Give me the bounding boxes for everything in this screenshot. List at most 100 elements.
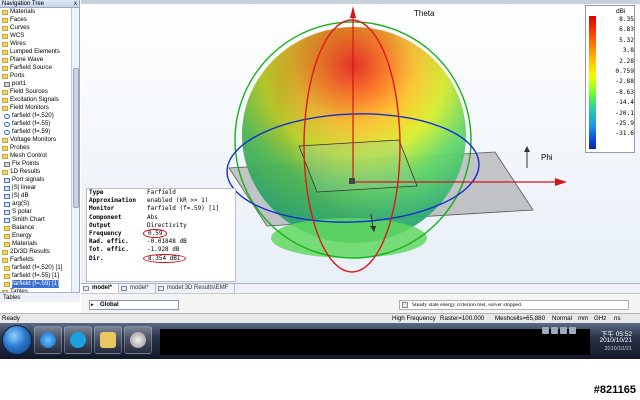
tree-item[interactable]: farfield (f=.55) <box>0 120 72 128</box>
tree-item[interactable]: Wires <box>0 40 72 48</box>
tree-item[interactable]: Farfields <box>0 256 72 264</box>
solver-message-text: Steady state energy criterion met, solve… <box>412 302 523 308</box>
tree-item[interactable]: Balance <box>0 224 72 232</box>
tree-item[interactable]: port1 <box>0 80 72 88</box>
property-value-cell: enabled (kR >> 1) <box>147 197 235 205</box>
tree-item[interactable]: |S| dB <box>0 192 72 200</box>
document-tab[interactable]: model* <box>119 284 156 293</box>
tree-item[interactable]: Voltage Monitors <box>0 136 72 144</box>
network-icon[interactable] <box>542 327 549 334</box>
theta-label: Theta <box>414 9 435 18</box>
status-raster: Raster=100.000 <box>440 315 485 322</box>
property-value-cell: farfield (f=.59) [1] <box>147 205 235 213</box>
tree-item[interactable]: Energy <box>0 232 72 240</box>
legend-unit: dBi <box>616 8 626 15</box>
taskbar-skype-button[interactable] <box>64 326 92 354</box>
taskbar-ie-button[interactable] <box>34 326 62 354</box>
property-value-cell: 8.354 dBi <box>143 253 235 263</box>
tree-item-label: Materials <box>10 8 36 15</box>
tree-item[interactable]: Mesh Control <box>0 152 72 160</box>
tree-item-label: Mesh Control <box>10 152 47 159</box>
tree-item[interactable]: Fix Points <box>0 160 72 168</box>
model-icon <box>157 286 164 291</box>
tree-item[interactable]: Smith Chart <box>0 216 72 224</box>
tree-item[interactable]: S polar <box>0 208 72 216</box>
tree-item[interactable]: arg(S) <box>0 200 72 208</box>
tree-item[interactable]: Farfield Source <box>0 64 72 72</box>
tree-item[interactable]: Probes <box>0 144 72 152</box>
tree-item[interactable]: WCS <box>0 32 72 40</box>
tree-item[interactable]: Ports <box>0 72 72 80</box>
volume-icon[interactable] <box>551 327 558 334</box>
tree-item[interactable]: Excitation Signals <box>0 96 72 104</box>
tree-item[interactable]: farfield (f=.520) <box>0 112 72 120</box>
tree-item-label: Voltage Monitors <box>10 136 57 143</box>
solver-message: Steady state energy criterion met, solve… <box>399 300 629 310</box>
plot-icon <box>4 217 10 223</box>
tree-item[interactable]: Faces <box>0 16 72 24</box>
plot-icon <box>4 201 10 207</box>
tree-item-label: WCS <box>10 32 25 39</box>
legend-tick-label: 6.83 <box>619 26 634 34</box>
tree-item-label: 1D Results <box>10 168 41 175</box>
tree-item[interactable]: Port signals <box>0 176 72 184</box>
tree-item-label: Wires <box>10 40 26 47</box>
system-tray: 下午 05:52 2010/10/21 2010/10/21 <box>540 325 640 357</box>
tree-item[interactable]: Curves <box>0 24 72 32</box>
tree-item[interactable]: Materials <box>0 240 72 248</box>
tree-item-label: Field Sources <box>10 88 48 95</box>
start-button[interactable] <box>2 325 32 355</box>
tree-item[interactable]: Materials <box>0 8 72 16</box>
navigation-tree-panel: Navigation Tree x Materials Faces Curves WC… <box>0 0 80 292</box>
property-value: farfield (f=.59) [1] <box>147 205 220 213</box>
tree-item[interactable]: farfield (f=.55) [1] <box>0 272 72 280</box>
tables-label[interactable]: Tables <box>0 295 20 301</box>
property-value: -1.928 dB <box>147 246 180 254</box>
tree-item[interactable]: farfield (f=.520) [1] <box>0 264 72 272</box>
tree-item[interactable]: farfield (f=.59) <box>0 128 72 136</box>
tree-item[interactable]: Plane Wave <box>0 56 72 64</box>
flag-icon[interactable] <box>560 327 567 334</box>
tree-item[interactable]: 2D/3D Results <box>0 248 72 256</box>
folder-icon <box>2 25 8 31</box>
legend-ticks: 8.35 6.83 5.32 3.8 2.28 0.759 -2.88 -8.63 -14.4 -… <box>600 15 634 140</box>
legend-tick-label: 2.28 <box>619 57 634 65</box>
theta-arrow <box>350 6 356 18</box>
tree-item[interactable]: Lumped Elements <box>0 48 72 56</box>
document-tab[interactable]: model* <box>81 284 120 293</box>
tree-item[interactable]: 1D Results <box>0 168 72 176</box>
legend-tick-label: -14.4 <box>615 99 634 107</box>
close-icon[interactable]: x <box>74 0 77 8</box>
combo-value: Global <box>100 302 119 308</box>
legend-tick-label: -20.1 <box>615 109 634 117</box>
taskbar-paint-button[interactable] <box>124 326 152 354</box>
power-icon[interactable] <box>569 327 576 334</box>
property-row: Component Abs <box>87 214 235 222</box>
tree-item[interactable]: Field Sources <box>0 88 72 96</box>
scrollbar-thumb[interactable] <box>73 68 79 208</box>
farfield-properties-panel: Type Farfield Approximation enabled (kR >> … <box>86 188 236 282</box>
folder-icon <box>2 137 8 143</box>
tree-item-label: 2D/3D Results <box>10 248 50 255</box>
folder-icon <box>2 41 8 47</box>
phi-ref-arrowhead <box>524 146 530 152</box>
tree-item[interactable]: Field Monitors <box>0 104 72 112</box>
tree-item[interactable]: farfield (f=.59) [1] <box>0 280 72 288</box>
legend-tick-label: 0.759 <box>615 67 634 75</box>
property-row: Approximation enabled (kR >> 1) <box>87 197 235 205</box>
navigation-tree-scrollbar[interactable] <box>71 8 79 292</box>
property-key: Output <box>89 221 111 229</box>
tree-item-label: Excitation Signals <box>10 96 59 103</box>
folder-icon <box>2 57 8 63</box>
document-tab[interactable]: model:3D Results\EMF <box>156 284 236 293</box>
taskbar-explorer-button[interactable] <box>94 326 122 354</box>
global-combo[interactable]: ▸ Global <box>89 300 179 310</box>
folder-icon <box>4 265 10 271</box>
status-ready: Ready <box>2 315 20 322</box>
clock-date[interactable]: 2010/10/21 <box>599 337 632 344</box>
folder-icon <box>4 233 10 239</box>
tree-item[interactable]: |S| linear <box>0 184 72 192</box>
watermark: #821165 <box>593 384 636 396</box>
tree-item-label: arg(S) <box>12 200 30 207</box>
tray-icons <box>542 327 576 334</box>
